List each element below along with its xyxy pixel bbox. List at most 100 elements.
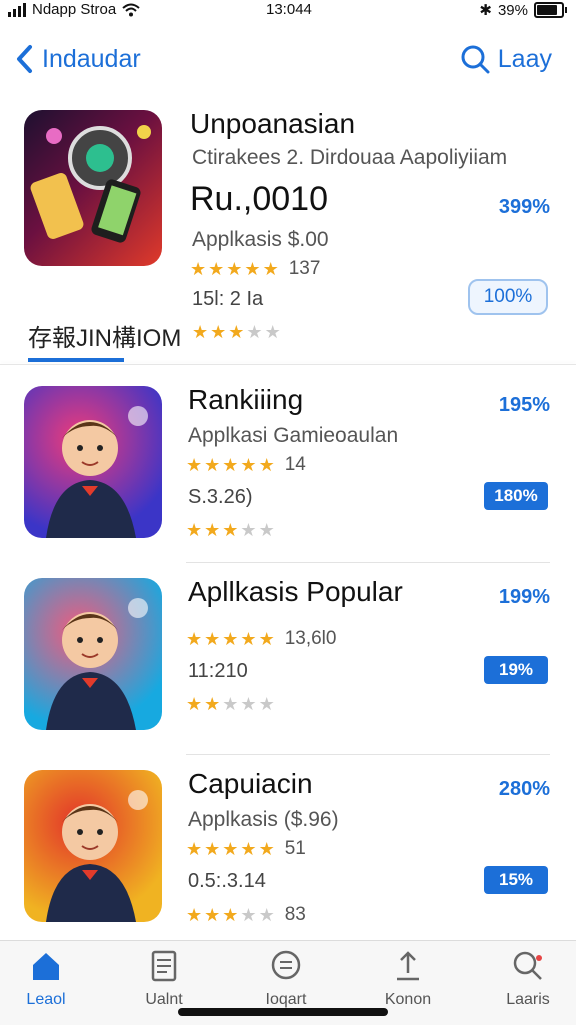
rating-count: 14 xyxy=(284,454,306,475)
tab-search[interactable]: Laaris xyxy=(478,949,576,1009)
rating-count: 83 xyxy=(284,904,306,925)
star-icon: ★ xyxy=(258,520,275,540)
tab-chat-label: Ioqart xyxy=(265,991,307,1008)
featured-app-subtitle: Ctirakees 2. Dirdouaa Aapoliyiiam xyxy=(192,146,508,169)
star-icon: ★ xyxy=(240,454,257,475)
featured-app-icon[interactable] xyxy=(24,110,162,266)
tab-updates[interactable]: Konon xyxy=(358,949,458,1009)
bluetooth-icon: ✱ xyxy=(479,2,492,19)
star-icon: ★ xyxy=(204,838,221,859)
star-icon: ★ xyxy=(240,628,257,649)
app-badge[interactable]: 15% xyxy=(484,866,548,894)
featured-app-rating: ★ ★ ★ ★ ★ 137 xyxy=(190,258,320,280)
battery-icon xyxy=(534,2,567,18)
star-icon: ★ xyxy=(186,904,203,925)
app-icon[interactable] xyxy=(24,770,162,922)
featured-app-name[interactable]: Unpoanasian xyxy=(190,108,355,140)
tab-updates-label: Konon xyxy=(384,991,432,1008)
battery-label: 39% xyxy=(497,1,528,19)
star-icon: ★ xyxy=(204,520,221,540)
app-secondary-rating: ★ ★ ★ ★ ★ xyxy=(186,520,275,541)
star-icon: ★ xyxy=(186,628,203,649)
star-icon: ★ xyxy=(222,628,239,649)
star-icon: ★ xyxy=(228,322,245,342)
rating-count: 137 xyxy=(288,258,321,279)
featured-app-meta: 15l: 2 Ia xyxy=(192,288,264,310)
star-icon: ★ xyxy=(210,322,227,342)
carrier-label: Ndapp Stroa xyxy=(32,1,117,18)
app-name[interactable]: Capuiacin xyxy=(188,768,313,800)
star-icon: ★ xyxy=(204,694,221,714)
back-button[interactable]: Indaudar xyxy=(14,44,141,74)
star-icon: ★ xyxy=(222,520,239,540)
document-icon xyxy=(151,950,177,982)
star-icon: ★ xyxy=(222,838,239,859)
app-rating: ★ ★ ★ ★ ★ 13,6l0 xyxy=(186,628,336,650)
star-icon: ★ xyxy=(192,322,209,342)
status-bar: Ndapp Stroa 13:044 ✱ 39% xyxy=(0,0,576,22)
row-divider xyxy=(186,562,550,563)
star-icon: ★ xyxy=(258,838,275,859)
star-icon: ★ xyxy=(240,694,257,714)
star-icon: ★ xyxy=(204,904,221,925)
star-icon: ★ xyxy=(222,454,239,475)
star-icon: ★ xyxy=(246,322,263,342)
app-badge[interactable]: 19% xyxy=(484,656,548,684)
app-badge[interactable]: 180% xyxy=(484,482,548,510)
rating-count: 13,6l0 xyxy=(284,628,337,649)
app-rating: ★ ★ ★ ★ ★ 51 xyxy=(186,838,306,860)
app-category: Applkasi Gamieoaulan xyxy=(188,424,399,447)
star-icon: ★ xyxy=(258,454,275,475)
app-icon[interactable] xyxy=(24,386,162,538)
app-category: Applkasis ($.96) xyxy=(188,808,339,831)
app-percent: 280% xyxy=(498,778,550,800)
star-icon: ★ xyxy=(258,904,275,925)
app-percent: 195% xyxy=(498,394,550,416)
star-icon: ★ xyxy=(258,694,275,714)
star-icon: ★ xyxy=(186,838,203,859)
search-button[interactable]: Laay xyxy=(460,44,552,74)
navigation-bar: Indaudar Laay xyxy=(0,38,576,88)
tab-home[interactable]: Leaol xyxy=(0,949,96,1009)
app-meta: 0.5:.3.14 xyxy=(188,870,266,892)
featured-secondary-label: 存報JIN構IOM xyxy=(28,325,182,352)
tab-search-label: Laaris xyxy=(506,991,550,1008)
star-icon: ★ xyxy=(244,258,261,279)
search-icon xyxy=(513,951,542,980)
app-name[interactable]: Rankiiing xyxy=(188,384,303,416)
section-divider xyxy=(0,364,576,365)
app-secondary-rating: ★ ★ ★ ★ ★ 83 xyxy=(186,904,306,926)
star-icon: ★ xyxy=(208,258,225,279)
tab-home-label: Leaol xyxy=(26,991,66,1008)
wifi-icon xyxy=(122,3,140,16)
app-icon[interactable] xyxy=(24,578,162,730)
star-icon: ★ xyxy=(222,904,239,925)
star-icon: ★ xyxy=(226,258,243,279)
tab-indicator xyxy=(28,358,124,362)
star-icon: ★ xyxy=(240,838,257,859)
row-divider xyxy=(186,754,550,755)
home-icon xyxy=(33,953,59,980)
featured-app-category: Applkasis $.00 xyxy=(192,228,329,251)
star-icon: ★ xyxy=(262,258,279,279)
star-icon: ★ xyxy=(204,454,221,475)
star-icon: ★ xyxy=(258,628,275,649)
featured-app-percent: 399% xyxy=(498,196,550,218)
featured-app-price: Ru.,0010 xyxy=(190,180,328,218)
search-icon xyxy=(461,45,490,74)
star-icon: ★ xyxy=(190,258,207,279)
tab-chat[interactable]: Ioqart xyxy=(236,949,336,1009)
star-icon: ★ xyxy=(186,454,203,475)
app-percent: 199% xyxy=(498,586,550,608)
home-indicator xyxy=(178,1008,388,1016)
clock: 13:044 xyxy=(266,1,312,18)
app-rating: ★ ★ ★ ★ ★ 14 xyxy=(186,454,306,476)
tab-documents[interactable]: Ualnt xyxy=(114,949,214,1009)
app-name[interactable]: Apllkasis Popular xyxy=(188,576,403,608)
chevron-left-icon xyxy=(17,45,32,73)
featured-app-action-button[interactable]: 100% xyxy=(468,279,548,315)
star-icon: ★ xyxy=(186,520,203,540)
tab-documents-label: Ualnt xyxy=(145,991,183,1008)
chat-icon xyxy=(271,950,301,980)
signal-icon xyxy=(8,2,26,17)
